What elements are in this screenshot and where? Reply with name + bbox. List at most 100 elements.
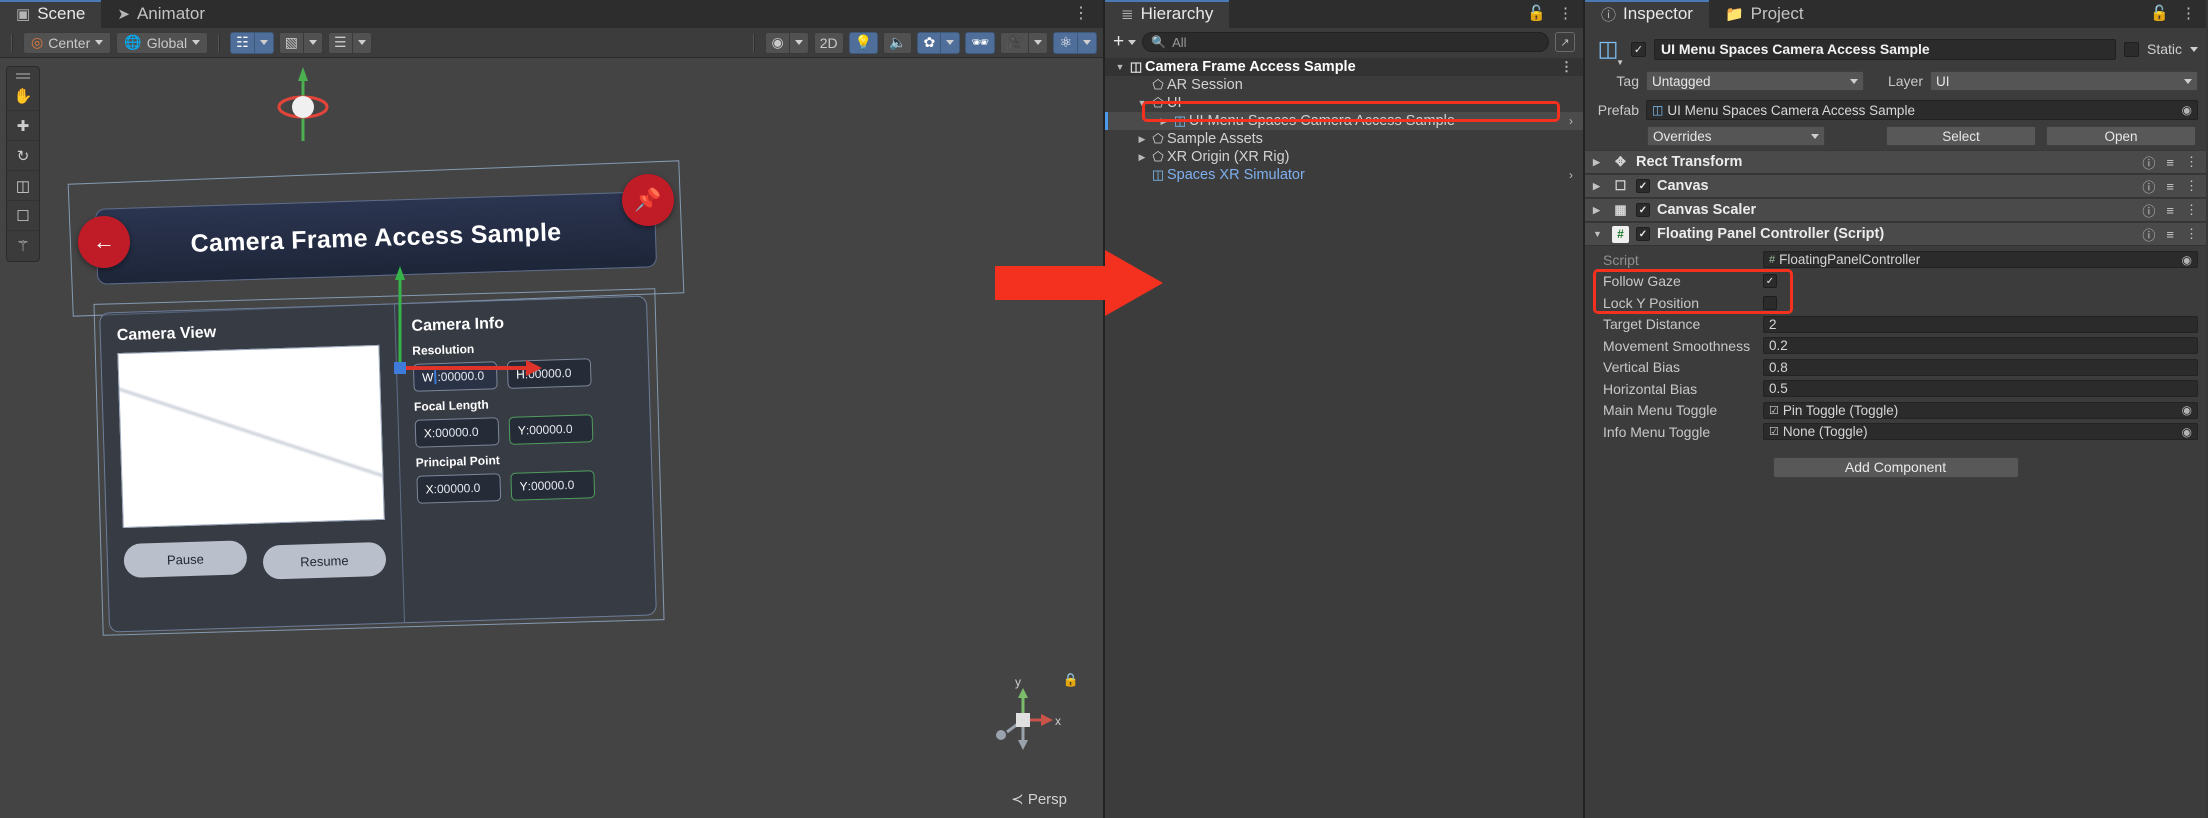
help-icon[interactable]: ⓘ [2142,225,2155,244]
component-kebab-icon[interactable]: ⋮ [2185,178,2198,194]
move-gizmo[interactable] [258,63,348,153]
hierarchy-row-ui[interactable]: ▼ ⬠ UI [1105,94,1583,112]
open-prefab-button[interactable]: Open [2046,126,2196,146]
info-menu-toggle-object-field[interactable]: ☑ None (Toggle) ◉ [1763,423,2198,441]
lock-icon[interactable]: 🔒 [1063,672,1079,688]
chevron-right-icon[interactable]: ▶ [1593,205,1605,216]
preset-icon[interactable]: ≡ [2166,155,2174,170]
object-name-input[interactable]: UI Menu Spaces Camera Access Sample [1654,38,2116,60]
hand-tool-icon[interactable]: ✋ [7,81,39,111]
camera-icon[interactable]: 🎥 [1000,31,1030,54]
chevron-down-icon[interactable] [1077,31,1097,54]
scale-tool-icon[interactable]: ◫ [7,171,39,201]
scene-axis-gizmo[interactable]: y x [979,674,1067,762]
object-picker-icon[interactable]: ◉ [2182,103,2192,117]
shading-icon[interactable]: ◉ [765,31,790,54]
fx-icon[interactable]: ✿ [917,31,942,54]
chevron-down-icon[interactable] [1028,31,1049,54]
hierarchy-row-xr-origin[interactable]: ▶ ⬠ XR Origin (XR Rig) [1105,148,1583,166]
chevron-down-icon[interactable]: ▼ [1616,58,1624,67]
preset-icon[interactable]: ≡ [2166,179,2174,194]
object-picker-icon[interactable]: ◉ [2182,403,2192,417]
tab-project[interactable]: 📁 Project [1709,0,1820,28]
object-picker-icon[interactable]: ◉ [2182,425,2192,439]
principal-point-x-field[interactable]: X:00000.0 [416,473,502,504]
chevron-down-icon[interactable] [302,31,323,54]
transform-tool-icon[interactable]: ⚚ [7,231,39,261]
layer-dropdown[interactable]: UI [1930,71,2198,91]
hierarchy-row-sample-assets[interactable]: ▶ ⬠ Sample Assets [1105,130,1583,148]
scene-view-mode-label[interactable]: ≺ Persp [1011,790,1067,808]
open-prefab-chevron-icon[interactable]: › [1569,114,1573,128]
horizontal-bias-input[interactable]: 0.5 [1763,380,2198,398]
component-kebab-icon[interactable]: ⋮ [2185,154,2198,170]
toggle-2d-button[interactable]: 2D [813,31,844,54]
chevron-right-icon[interactable]: ▶ [1593,157,1605,168]
scale-slider-icon[interactable]: ☰ [327,31,353,54]
hidden-objects-icon[interactable]: 🕶 [965,31,995,54]
chevron-down-icon[interactable] [940,31,961,54]
gizmos-icon[interactable]: ⚛ [1053,31,1078,54]
hierarchy-row-spaces-xr-simulator[interactable]: ▶ ◫ Spaces XR Simulator › [1105,166,1583,184]
chevron-down-icon[interactable]: ▼ [1113,62,1127,72]
chevron-down-icon[interactable] [2190,46,2198,52]
static-checkbox[interactable]: ✓ [2123,41,2139,57]
component-header-rect-transform[interactable]: ▶ ✥ Rect Transform ⓘ ≡ ⋮ [1585,150,2206,174]
movement-smoothness-input[interactable]: 0.2 [1763,337,2198,355]
hierarchy-row-scene[interactable]: ▼ ◫ Camera Frame Access Sample ⋮ [1105,58,1583,76]
object-picker-icon[interactable]: ◉ [2182,253,2192,267]
lock-y-position-checkbox[interactable]: ✓ [1763,295,1777,310]
overrides-dropdown[interactable]: Overrides [1647,126,1825,146]
inspector-kebab-icon[interactable]: ⋮ [2181,4,2196,22]
hierarchy-kebab-icon[interactable]: ⋮ [1558,4,1573,22]
chevron-down-icon[interactable] [253,31,274,54]
handle-space-button[interactable]: 🌐 Global [116,31,209,54]
focal-length-y-field[interactable]: Y:00000.0 [508,414,594,445]
audio-icon[interactable]: 🔈 [883,31,913,54]
tag-dropdown[interactable]: Untagged [1646,71,1864,91]
preset-icon[interactable]: ≡ [2166,203,2174,218]
component-header-floating-panel-controller[interactable]: ▼ # ✓ Floating Panel Controller (Script)… [1585,222,2206,246]
scene-kebab-icon[interactable]: ⋮ [1560,59,1573,75]
tab-scene[interactable]: ▣ Scene [0,0,102,28]
vertical-bias-input[interactable]: 0.8 [1763,358,2198,376]
chevron-right-icon[interactable]: ▶ [1593,181,1605,192]
grid-snap-icon[interactable]: ☷ [230,31,255,54]
chevron-down-icon[interactable] [788,31,809,54]
chevron-down-icon[interactable]: ▼ [1593,229,1605,239]
object-enabled-checkbox[interactable]: ✓ [1631,41,1646,57]
lock-icon[interactable]: 🔓 [1527,4,1546,22]
pause-button[interactable]: Pause [123,540,248,579]
light-icon[interactable]: 💡 [848,31,879,54]
component-enabled-checkbox[interactable]: ✓ [1636,227,1650,241]
chevron-right-icon[interactable]: ▶ [1135,152,1149,163]
resume-button[interactable]: Resume [262,541,387,580]
principal-point-y-field[interactable]: Y:00000.0 [510,470,596,501]
chevron-right-icon[interactable]: ▶ [1135,134,1149,145]
rect-tool-icon[interactable]: ☐ [7,201,39,231]
component-enabled-checkbox[interactable]: ✓ [1636,203,1650,217]
tab-inspector[interactable]: ⓘ Inspector [1585,0,1709,28]
rotate-tool-icon[interactable]: ↻ [7,141,39,171]
chevron-down-icon[interactable]: ▼ [1135,98,1149,108]
follow-gaze-checkbox[interactable]: ✓ [1763,274,1777,289]
select-prefab-button[interactable]: Select [1886,126,2036,146]
lock-icon[interactable]: 🔓 [2150,4,2169,22]
hierarchy-row-ui-menu-spaces-camera-access-sample[interactable]: ▶ ◫ UI Menu Spaces Camera Access Sample … [1105,112,1583,130]
main-menu-toggle-object-field[interactable]: ☑ Pin Toggle (Toggle) ◉ [1763,401,2198,419]
back-button[interactable]: ← [78,216,130,268]
grid-icon[interactable]: ▧ [278,31,304,54]
tab-animator[interactable]: ➤ Animator [101,0,221,28]
pin-toggle-button[interactable]: 📌 [622,174,674,226]
tool-strip-grip[interactable] [7,67,39,81]
hierarchy-row-ar-session[interactable]: ▶ ⬠ AR Session [1105,76,1583,94]
scene-viewport[interactable]: ✋ ✚ ↻ ◫ ☐ ⚚ Camera Frame Access Sample ←… [0,58,1103,818]
scene-ui-prefab[interactable]: Camera Frame Access Sample ← 📌 Camera Vi… [67,160,710,636]
help-icon[interactable]: ⓘ [2142,153,2155,172]
prefab-object-field[interactable]: ◫ UI Menu Spaces Camera Access Sample ◉ [1646,100,2198,120]
hierarchy-tree[interactable]: ▼ ◫ Camera Frame Access Sample ⋮ ▶ ⬠ AR … [1105,56,1583,818]
component-header-canvas-scaler[interactable]: ▶ ▦ ✓ Canvas Scaler ⓘ ≡ ⋮ [1585,198,2206,222]
scene-menu-kebab-icon[interactable]: ⋮ [1073,5,1089,23]
chevron-right-icon[interactable]: ▶ [1157,116,1171,127]
help-icon[interactable]: ⓘ [2142,177,2155,196]
